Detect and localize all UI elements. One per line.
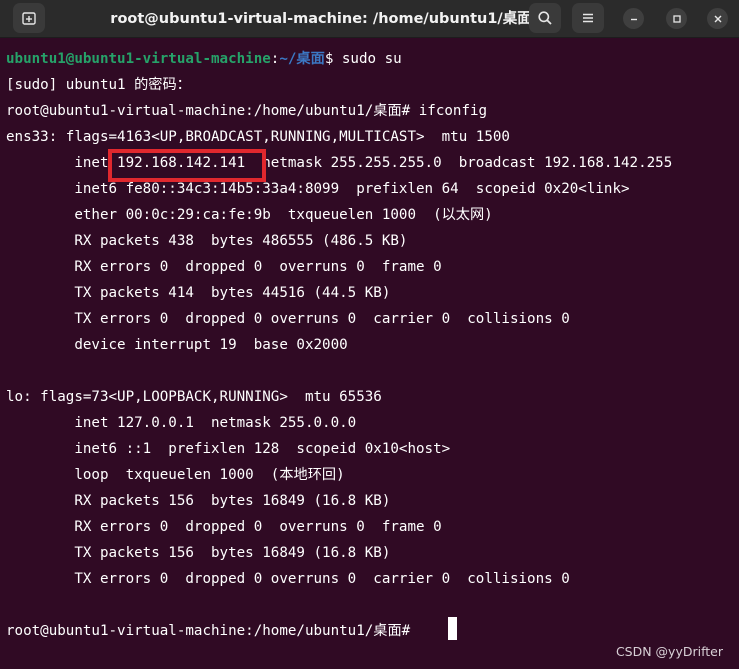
terminal-line: ens33: flags=4163<UP,BROADCAST,RUNNING,M… bbox=[6, 129, 510, 145]
terminal-line: loop txqueuelen 1000 (本地环回) bbox=[6, 467, 345, 483]
hamburger-menu-icon bbox=[583, 13, 593, 23]
terminal-output[interactable]: ubuntu1@ubuntu1-virtual-machine:~/桌面$ su… bbox=[0, 38, 739, 669]
terminal-line: device interrupt 19 base 0x2000 bbox=[6, 337, 348, 353]
terminal-line: [sudo] ubuntu1 的密码： bbox=[6, 77, 191, 93]
search-button[interactable] bbox=[529, 3, 561, 33]
terminal-cursor bbox=[448, 617, 457, 640]
menu-button[interactable] bbox=[572, 3, 604, 33]
terminal-line: lo: flags=73<UP,LOOPBACK,RUNNING> mtu 65… bbox=[6, 389, 382, 405]
terminal-line: TX packets 414 bytes 44516 (44.5 KB) bbox=[6, 285, 391, 301]
maximize-button[interactable] bbox=[666, 8, 687, 29]
close-button[interactable] bbox=[707, 8, 728, 29]
terminal-line: TX errors 0 dropped 0 overruns 0 carrier… bbox=[6, 311, 570, 327]
terminal-line: root@ubuntu1-virtual-machine:/home/ubunt… bbox=[6, 103, 488, 119]
close-icon bbox=[714, 15, 721, 22]
terminal-line: RX errors 0 dropped 0 overruns 0 frame 0 bbox=[6, 519, 442, 535]
maximize-icon bbox=[672, 14, 681, 23]
terminal-line-current-prompt: root@ubuntu1-virtual-machine:/home/ubunt… bbox=[6, 623, 419, 639]
terminal-line-prompt-sudo: ubuntu1@ubuntu1-virtual-machine:~/桌面$ su… bbox=[6, 46, 402, 72]
terminal-window: root@ubuntu1-virtual-machine: /home/ubun… bbox=[0, 0, 739, 669]
ip-address-highlight-box bbox=[108, 149, 266, 182]
search-icon bbox=[538, 11, 552, 25]
terminal-line: inet 192.168.142.141 netmask 255.255.255… bbox=[6, 155, 673, 171]
terminal-line: inet 127.0.0.1 netmask 255.0.0.0 bbox=[6, 415, 357, 431]
minimize-icon bbox=[630, 18, 637, 20]
terminal-line: inet6 ::1 prefixlen 128 scopeid 0x10<hos… bbox=[6, 441, 451, 457]
watermark: CSDN @yyDrifter bbox=[615, 644, 723, 659]
terminal-line: ether 00:0c:29:ca:fe:9b txqueuelen 1000 … bbox=[6, 207, 493, 223]
terminal-line: RX packets 156 bytes 16849 (16.8 KB) bbox=[6, 493, 391, 509]
terminal-line: RX errors 0 dropped 0 overruns 0 frame 0 bbox=[6, 259, 442, 275]
terminal-line: RX packets 438 bytes 486555 (486.5 KB) bbox=[6, 233, 408, 249]
terminal-line: TX packets 156 bytes 16849 (16.8 KB) bbox=[6, 545, 391, 561]
title-bar: root@ubuntu1-virtual-machine: /home/ubun… bbox=[0, 0, 739, 38]
prompt-path: ~/桌面 bbox=[279, 51, 325, 67]
terminal-line: inet6 fe80::34c3:14b5:33a4:8099 prefixle… bbox=[6, 181, 630, 197]
prompt-user-host: ubuntu1@ubuntu1-virtual-machine bbox=[6, 51, 271, 67]
terminal-line: TX errors 0 dropped 0 overruns 0 carrier… bbox=[6, 571, 570, 587]
prompt-command: $ sudo su bbox=[324, 51, 402, 67]
minimize-button[interactable] bbox=[623, 8, 644, 29]
